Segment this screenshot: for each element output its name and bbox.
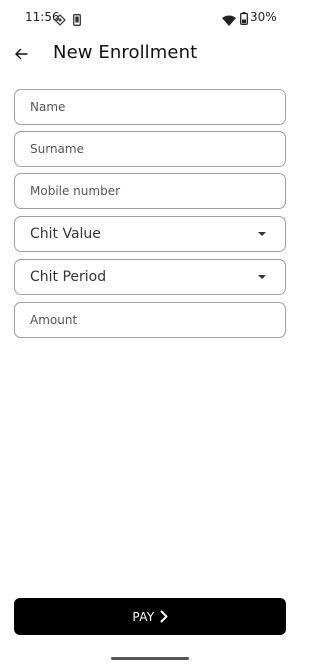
- chit-value-label: Chit Value: [30, 226, 101, 242]
- chit-value-dropdown[interactable]: Chit Value: [14, 216, 286, 252]
- chit-period-label: Chit Period: [30, 269, 107, 285]
- wifi-icon: [222, 11, 236, 30]
- amount-field[interactable]: [14, 302, 286, 338]
- name-input[interactable]: [15, 90, 285, 124]
- arrow-left-icon: [14, 45, 28, 64]
- settings-sync-icon: [54, 11, 66, 30]
- dropdown-arrow-icon: [258, 232, 266, 236]
- dropdown-arrow-icon: [258, 275, 266, 279]
- amount-input[interactable]: [15, 303, 285, 337]
- mobile-number-field[interactable]: [14, 173, 286, 209]
- pay-button-label: PAY: [132, 609, 155, 624]
- pay-button[interactable]: PAY: [14, 598, 286, 635]
- mobile-number-input[interactable]: [15, 174, 285, 208]
- phone-icon: [73, 11, 81, 30]
- status-bar: 11:56 30%: [0, 0, 300, 34]
- app-bar: New Enrollment: [0, 34, 300, 76]
- chevron-right-icon: [160, 610, 168, 623]
- surname-input[interactable]: [15, 132, 285, 166]
- battery-icon: [240, 10, 248, 29]
- surname-field[interactable]: [14, 131, 286, 167]
- chit-period-dropdown[interactable]: Chit Period: [14, 259, 286, 295]
- name-field[interactable]: [14, 89, 286, 125]
- home-indicator[interactable]: [111, 657, 189, 660]
- page-title: New Enrollment: [53, 42, 198, 63]
- back-button[interactable]: [10, 43, 32, 65]
- battery-percentage: 30%: [250, 10, 277, 24]
